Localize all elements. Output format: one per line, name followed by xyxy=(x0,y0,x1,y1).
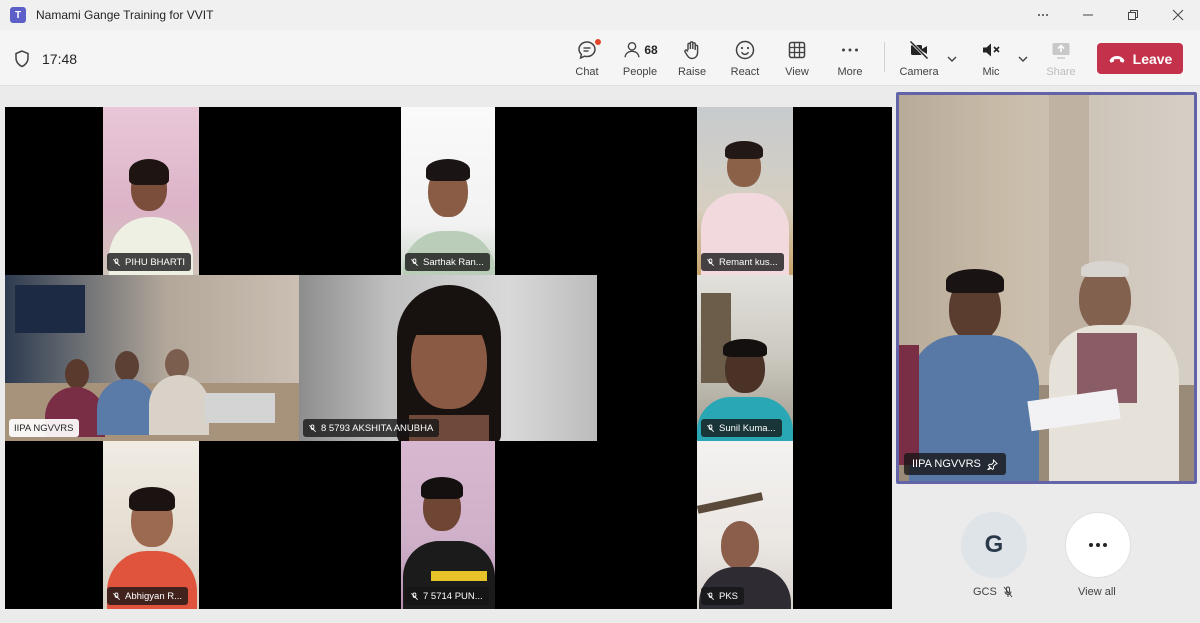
avatar-initial: G xyxy=(984,531,1004,558)
ellipsis-icon xyxy=(1037,14,1048,16)
share-label: Share xyxy=(1046,66,1076,78)
smiley-icon xyxy=(735,40,755,60)
participant-name-tag: Sunil Kuma... xyxy=(701,419,782,437)
meeting-toolbar: 17:48 Chat 68 People Raise React View Mo… xyxy=(0,30,1200,86)
mic-off-icon xyxy=(113,591,120,600)
participant-name: PKS xyxy=(719,590,739,602)
hang-up-icon xyxy=(1109,55,1125,63)
minimize-icon xyxy=(1082,14,1093,16)
pinned-name-tag: IIPA NGVVRS xyxy=(904,453,1006,475)
grid-view-icon xyxy=(788,41,806,59)
chat-button[interactable]: Chat xyxy=(572,38,602,82)
restore-icon xyxy=(1127,10,1138,20)
mic-muted-icon xyxy=(983,43,1000,57)
minimize-button[interactable] xyxy=(1065,0,1110,30)
participant-name: Sunil Kuma... xyxy=(719,422,776,434)
participant-name: Remant kus... xyxy=(719,256,778,268)
react-label: React xyxy=(730,66,760,78)
participant-tile[interactable]: 8 5793 AKSHITA ANUBHA xyxy=(299,275,597,441)
more-button[interactable]: More xyxy=(834,38,866,82)
participant-name: 8 5793 AKSHITA ANUBHA xyxy=(321,422,434,434)
participant-name-tag: PIHU BHARTI xyxy=(107,253,192,271)
meeting-timer: 17:48 xyxy=(42,51,78,67)
mic-off-icon xyxy=(707,423,714,432)
camera-label: Camera xyxy=(899,66,939,78)
react-button[interactable]: React xyxy=(729,38,761,82)
camera-button[interactable]: Camera xyxy=(898,38,940,82)
mic-off-icon xyxy=(707,591,714,600)
leave-label: Leave xyxy=(1132,50,1173,67)
raise-label: Raise xyxy=(677,66,707,78)
chat-label: Chat xyxy=(575,66,599,78)
participant-name: IIPA NGVVRS xyxy=(912,458,981,470)
view-label: View xyxy=(785,66,809,78)
hand-icon xyxy=(684,41,699,60)
participant-label: GCS xyxy=(973,586,1013,598)
people-label: People xyxy=(622,66,658,78)
title-bar: T Namami Gange Training for VVIT xyxy=(0,0,1200,30)
participant-name-tag: 8 5793 AKSHITA ANUBHA xyxy=(303,419,440,437)
participant-tile[interactable]: IIPA NGVVRS xyxy=(5,275,299,441)
mic-off-icon xyxy=(707,257,714,266)
restore-button[interactable] xyxy=(1110,0,1155,30)
participant-tile[interactable]: Abhigyan R... xyxy=(103,441,199,609)
participant-name-tag: Remant kus... xyxy=(701,253,784,271)
mic-off-icon xyxy=(1003,586,1013,598)
participant-tile[interactable]: PKS xyxy=(697,441,793,609)
toolbar-divider xyxy=(884,42,885,72)
leave-button[interactable]: Leave xyxy=(1097,43,1183,74)
mic-off-icon xyxy=(113,257,120,266)
participant-avatar[interactable]: G xyxy=(961,512,1027,578)
participant-tile[interactable]: 7 5714 PUN... xyxy=(401,441,495,609)
participant-tile[interactable]: PIHU BHARTI xyxy=(103,107,199,275)
participant-tile[interactable]: Sunil Kuma... xyxy=(697,275,793,441)
view-all-label: View all xyxy=(1078,586,1116,598)
participant-name: IIPA NGVVRS xyxy=(14,422,74,434)
mic-off-icon xyxy=(309,423,316,432)
participant-name-tag: Abhigyan R... xyxy=(107,587,189,605)
teams-icon: T xyxy=(10,7,26,23)
view-button[interactable]: View xyxy=(782,38,812,82)
window-controls xyxy=(1020,0,1200,30)
participant-name: PIHU BHARTI xyxy=(125,256,186,268)
participant-name-tag: PKS xyxy=(701,587,745,605)
mic-off-icon xyxy=(411,591,418,600)
close-button[interactable] xyxy=(1155,0,1200,30)
participant-name-tag: 7 5714 PUN... xyxy=(405,587,489,605)
mic-button[interactable]: Mic xyxy=(976,38,1006,82)
people-button[interactable]: 68 People xyxy=(620,38,660,82)
window-title: Namami Gange Training for VVIT xyxy=(36,8,214,22)
close-icon xyxy=(1172,9,1183,21)
more-label: More xyxy=(837,66,863,78)
more-icon xyxy=(842,48,858,52)
raise-hand-button[interactable]: Raise xyxy=(676,38,708,82)
mic-label: Mic xyxy=(982,66,1000,78)
pin-icon xyxy=(986,458,998,470)
participant-tile[interactable]: Sarthak Ran... xyxy=(401,107,495,275)
participant-tile[interactable]: Remant kus... xyxy=(697,107,793,275)
people-count: 68 xyxy=(644,43,658,57)
video-grid: PIHU BHARTI Sarthak Ran... Remant kus...… xyxy=(5,107,892,609)
camera-off-icon xyxy=(909,40,929,60)
participant-name-tag: IIPA NGVVRS xyxy=(9,419,80,437)
notification-dot xyxy=(595,39,601,45)
participant-name: GCS xyxy=(973,586,997,598)
participant-name-tag: Sarthak Ran... xyxy=(405,253,490,271)
view-all-button[interactable] xyxy=(1065,512,1131,578)
ellipsis-icon xyxy=(1089,543,1107,547)
people-icon xyxy=(624,42,640,58)
share-button[interactable]: Share xyxy=(1044,38,1078,82)
participant-name: Abhigyan R... xyxy=(125,590,183,602)
mic-off-icon xyxy=(411,257,418,266)
more-options-button[interactable] xyxy=(1020,0,1065,30)
participant-name: 7 5714 PUN... xyxy=(423,590,483,602)
participant-name: Sarthak Ran... xyxy=(423,256,484,268)
pinned-video-tile[interactable]: IIPA NGVVRS xyxy=(896,92,1197,484)
camera-options-chevron-down-icon[interactable] xyxy=(945,52,959,66)
mic-options-chevron-down-icon[interactable] xyxy=(1016,52,1030,66)
shield-icon xyxy=(15,50,29,68)
share-screen-icon xyxy=(1052,43,1070,59)
